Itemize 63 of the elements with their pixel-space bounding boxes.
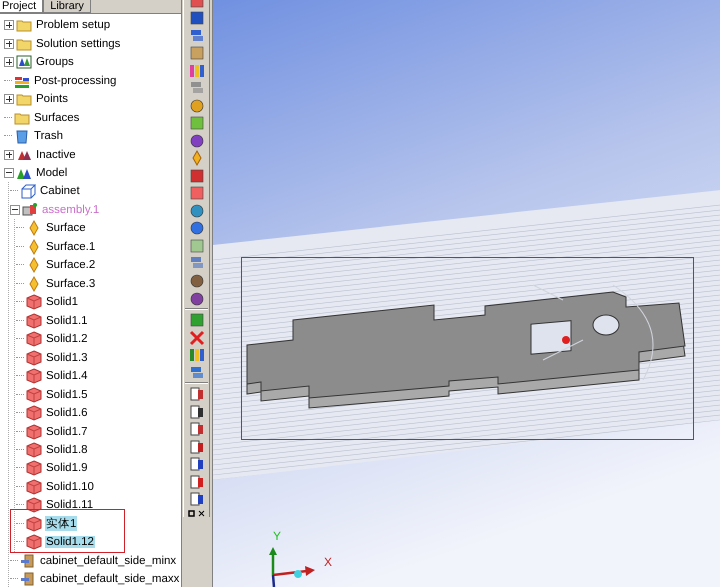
side-panel-icon xyxy=(20,552,36,569)
rainbow-icon[interactable] xyxy=(188,62,206,80)
collapse-icon[interactable] xyxy=(4,168,14,178)
align-icon[interactable] xyxy=(188,472,206,490)
tree-item[interactable]: Model xyxy=(35,166,68,179)
tree-item[interactable]: 实体1 xyxy=(45,516,78,532)
axis-label: X xyxy=(324,555,332,569)
assembly-icon xyxy=(22,202,38,218)
tree-item[interactable]: Post-processing xyxy=(33,74,118,87)
align-icon[interactable] xyxy=(188,490,206,508)
tree-item[interactable]: Solid1.6 xyxy=(45,407,89,420)
tree-item[interactable]: Solid1.9 xyxy=(45,462,89,474)
delete-icon[interactable] xyxy=(188,328,206,346)
restore-icon[interactable] xyxy=(188,510,196,517)
wire-box-icon xyxy=(20,183,36,200)
tree-item[interactable]: Solid1.3 xyxy=(45,352,89,364)
expand-icon[interactable] xyxy=(4,20,14,30)
tree-item[interactable]: Points xyxy=(35,93,69,106)
tree-item[interactable]: Solid1.12 xyxy=(45,536,95,548)
align-icon[interactable] xyxy=(188,402,206,420)
align-icon[interactable] xyxy=(188,455,206,473)
tree-item[interactable]: cabinet_default_side_minx xyxy=(39,554,178,567)
axis-triad-drawing xyxy=(267,545,317,587)
axis-label: Y xyxy=(273,529,282,543)
align-icon[interactable] xyxy=(188,385,206,403)
tree-item[interactable]: Solid1.8 xyxy=(45,444,89,456)
align-icon[interactable] xyxy=(188,438,206,456)
tree-item[interactable]: Solid1.2 xyxy=(45,333,89,346)
tree-item[interactable]: Solid1.10 xyxy=(45,480,95,493)
tree-item[interactable]: Solid1.7 xyxy=(45,426,89,438)
side-panel-icon xyxy=(20,571,36,587)
tree-item[interactable]: Surface.3 xyxy=(45,278,96,290)
tree-item[interactable]: Solid1 xyxy=(45,296,79,308)
panel-icon[interactable] xyxy=(188,114,206,132)
tree-item[interactable]: Solid1.1 xyxy=(45,314,89,327)
close-icon[interactable] xyxy=(198,510,206,517)
tree-item[interactable]: Surface xyxy=(45,222,87,234)
tree-item[interactable]: Inactive xyxy=(35,148,77,161)
panel-tab[interactable]: Project xyxy=(0,0,44,13)
align-icon[interactable] xyxy=(188,420,206,438)
tree-item[interactable]: Surface.2 xyxy=(45,259,96,272)
trash-icon xyxy=(14,128,30,144)
tree-item[interactable]: cabinet_default_side_maxx xyxy=(39,573,180,586)
tree-item[interactable]: Groups xyxy=(35,56,75,68)
panel-tab[interactable]: Library xyxy=(43,0,91,13)
expand-icon[interactable] xyxy=(4,38,14,49)
tree-item[interactable]: Solution settings xyxy=(35,38,122,50)
tree-item[interactable]: Solid1.11 xyxy=(45,499,94,512)
block-icon[interactable] xyxy=(188,167,206,185)
tree-item[interactable]: Solid1.5 xyxy=(45,388,89,401)
expand-icon[interactable] xyxy=(4,150,14,160)
tree-item[interactable]: Cabinet xyxy=(39,185,81,198)
tree-item[interactable]: Trash xyxy=(33,130,64,142)
tree-item[interactable]: Surfaces xyxy=(33,112,80,124)
tree-item[interactable]: Surface.1 xyxy=(45,240,96,253)
expand-icon[interactable] xyxy=(4,57,14,68)
tree-item[interactable]: Solid1.4 xyxy=(45,370,89,382)
shapes-icon[interactable] xyxy=(188,346,206,364)
collapse-icon[interactable] xyxy=(10,204,20,215)
box-icon[interactable] xyxy=(188,44,206,62)
groups-icon xyxy=(16,54,32,70)
tree-item[interactable]: Problem setup xyxy=(35,19,112,32)
expand-icon[interactable] xyxy=(4,94,14,104)
